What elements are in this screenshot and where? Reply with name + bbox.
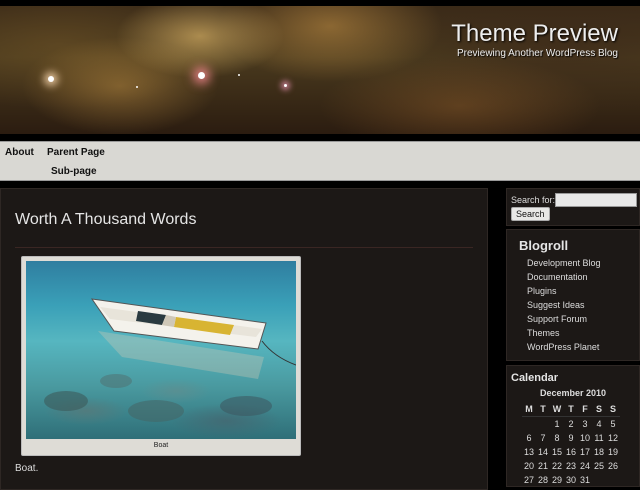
calendar-day: 22 xyxy=(551,461,562,471)
nav-item-sub-page[interactable]: Sub-page xyxy=(51,166,97,177)
blogroll-list: Development Blog Documentation Plugins S… xyxy=(527,256,601,354)
divider xyxy=(15,247,473,248)
blogroll-link[interactable]: Support Forum xyxy=(527,312,601,326)
nav-item-about[interactable]: About xyxy=(5,147,34,158)
boat-illustration xyxy=(44,298,296,422)
calendar-day: 4 xyxy=(596,419,602,429)
calendar-day: 7 xyxy=(540,433,546,443)
calendar-day: 21 xyxy=(537,461,548,471)
calendar-day xyxy=(606,473,620,487)
weekday-header: W xyxy=(550,402,564,417)
star-decoration xyxy=(198,72,205,79)
calendar-day: 8 xyxy=(554,433,560,443)
calendar-day: 1 xyxy=(554,419,560,429)
site-header: Theme Preview Previewing Another WordPre… xyxy=(0,6,640,134)
search-button[interactable]: Search xyxy=(511,207,550,221)
image-figure: Boat xyxy=(21,256,301,456)
site-title[interactable]: Theme Preview xyxy=(451,20,618,48)
blogroll-link[interactable]: Development Blog xyxy=(527,256,601,270)
calendar-week-row: 20 21 22 23 24 25 26 xyxy=(522,459,620,473)
weekday-header: F xyxy=(578,402,592,417)
calendar-day: 30 xyxy=(565,475,576,485)
calendar-day: 6 xyxy=(526,433,532,443)
calendar-title: Calendar xyxy=(511,372,559,384)
calendar-day: 12 xyxy=(607,433,618,443)
calendar-day: 25 xyxy=(593,461,604,471)
calendar-day: 15 xyxy=(551,447,562,457)
calendar-day: 19 xyxy=(607,447,618,457)
calendar-day: 28 xyxy=(537,475,548,485)
calendar-day: 18 xyxy=(593,447,604,457)
star-decoration xyxy=(136,86,138,88)
calendar-day: 10 xyxy=(579,433,590,443)
blogroll-link[interactable]: Suggest Ideas xyxy=(527,298,601,312)
calendar-day: 11 xyxy=(594,433,604,443)
post-content: Worth A Thousand Words Boat Boat. xyxy=(0,188,488,490)
weekday-header: T xyxy=(564,402,578,417)
calendar-day: 29 xyxy=(551,475,562,485)
calendar-day xyxy=(536,417,550,432)
boat-photo[interactable] xyxy=(26,261,296,439)
blogroll-link[interactable]: Themes xyxy=(527,326,601,340)
calendar-day xyxy=(522,417,536,432)
calendar-day: 2 xyxy=(568,419,574,429)
weekday-header: S xyxy=(606,402,620,417)
weekday-header: S xyxy=(592,402,606,417)
calendar-weekday-row: M T W T F S S xyxy=(522,402,620,417)
blogroll-title: Blogroll xyxy=(519,238,569,253)
search-label: Search for: xyxy=(511,195,556,205)
calendar-day: 5 xyxy=(610,419,616,429)
main-navigation: About Parent Page Sub-page xyxy=(0,141,640,181)
calendar-day: 23 xyxy=(565,461,576,471)
blogroll-widget: Blogroll Development Blog Documentation … xyxy=(506,229,640,361)
calendar-widget: Calendar December 2010 M T W T F S S 1 2… xyxy=(506,365,640,487)
calendar-day: 13 xyxy=(523,447,534,457)
blogroll-link[interactable]: Documentation xyxy=(527,270,601,284)
calendar-day: 9 xyxy=(568,433,574,443)
star-decoration xyxy=(284,84,287,87)
star-decoration xyxy=(238,74,240,76)
weekday-header: T xyxy=(536,402,550,417)
calendar-week-row: 27 28 29 30 31 xyxy=(522,473,620,487)
calendar-day: 16 xyxy=(565,447,576,457)
calendar-week-row: 13 14 15 16 17 18 19 xyxy=(522,445,620,459)
image-caption: Boat xyxy=(153,442,169,449)
nav-item-parent-page[interactable]: Parent Page xyxy=(47,147,105,158)
search-input[interactable] xyxy=(555,193,637,207)
calendar-day xyxy=(592,473,606,487)
star-decoration xyxy=(48,76,54,82)
post-title[interactable]: Worth A Thousand Words xyxy=(15,211,196,229)
blogroll-link[interactable]: Plugins xyxy=(527,284,601,298)
calendar-week-row: 6 7 8 9 10 11 12 xyxy=(522,431,620,445)
calendar-day: 3 xyxy=(582,419,588,429)
calendar-day: 17 xyxy=(579,447,590,457)
calendar-week-row: 1 2 3 4 5 xyxy=(522,417,620,432)
calendar-day: 24 xyxy=(579,461,590,471)
weekday-header: M xyxy=(522,402,536,417)
site-description: Previewing Another WordPress Blog xyxy=(456,48,618,59)
calendar-month: December 2010 xyxy=(539,388,607,398)
blogroll-link[interactable]: WordPress Planet xyxy=(527,340,601,354)
calendar-day: 31 xyxy=(579,475,590,485)
calendar-day: 27 xyxy=(523,475,534,485)
post-body-text: Boat. xyxy=(15,463,39,474)
search-widget: Search for: Search xyxy=(506,188,640,226)
calendar-day: 20 xyxy=(523,461,534,471)
calendar-table: M T W T F S S 1 2 3 4 5 6 7 8 9 10 11 12… xyxy=(522,402,620,487)
calendar-day: 14 xyxy=(537,447,548,457)
calendar-day: 26 xyxy=(607,461,618,471)
